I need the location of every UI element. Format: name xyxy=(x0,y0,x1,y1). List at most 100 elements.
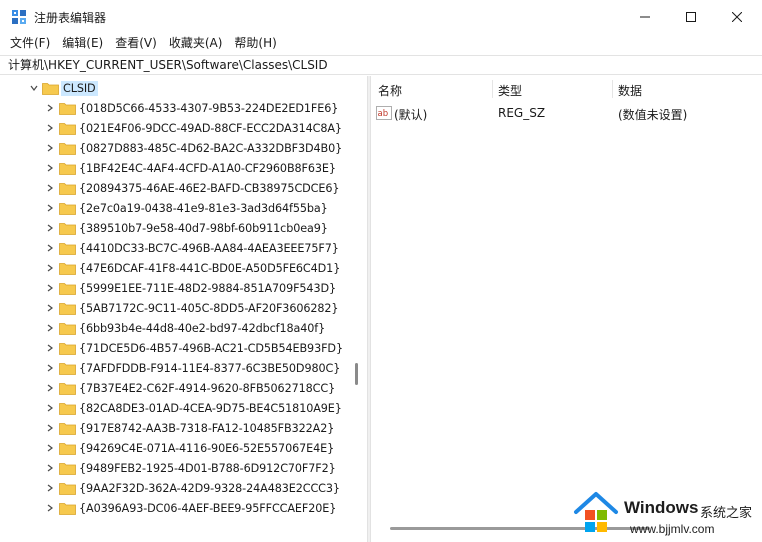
house-logo-icon xyxy=(574,492,618,532)
folder-icon xyxy=(59,362,76,375)
value-list[interactable]: 名称 类型 数据 ab (默认) REG_SZ (数值未设置) xyxy=(371,76,762,542)
tree-item-label: {389510b7-9e58-40d7-98bf-60b911cb0ea9} xyxy=(79,221,328,235)
minimize-icon xyxy=(640,16,650,18)
close-icon xyxy=(732,12,742,22)
tree-item[interactable]: {9489FEB2-1925-4D01-B788-6D912C70F7F2} xyxy=(0,458,352,478)
column-header-type[interactable]: 类型 xyxy=(498,82,522,99)
registry-editor-icon xyxy=(12,10,26,24)
chevron-right-icon[interactable] xyxy=(45,343,55,353)
tree-item[interactable]: {6bb93b4e-44d8-40e2-bd97-42dbcf18a40f} xyxy=(0,318,352,338)
string-value-icon: ab xyxy=(376,106,392,120)
menu-file[interactable]: 文件(F) xyxy=(0,34,56,54)
chevron-right-icon[interactable] xyxy=(45,223,55,233)
tree-item-label: {4410DC33-BC7C-496B-AA84-4AEA3EEE75F7} xyxy=(79,241,339,255)
menu-edit[interactable]: 编辑(E) xyxy=(56,34,109,54)
tree-item-label: {917E8742-AA3B-7318-FA12-10485FB322A2} xyxy=(79,421,335,435)
tree-item[interactable]: {018D5C66-4533-4307-9B53-224DE2ED1FE6} xyxy=(0,98,352,118)
menu-help[interactable]: 帮助(H) xyxy=(228,34,282,54)
address-bar[interactable]: 计算机\HKEY_CURRENT_USER\Software\Classes\C… xyxy=(0,55,762,75)
tree-item-label: {021E4F06-9DCC-49AD-88CF-ECC2DA314C8A} xyxy=(79,121,342,135)
folder-icon xyxy=(59,502,76,515)
chevron-right-icon[interactable] xyxy=(45,163,55,173)
menu-view[interactable]: 查看(V) xyxy=(109,34,163,54)
watermark-brand: Windows xyxy=(624,498,699,517)
chevron-right-icon[interactable] xyxy=(45,203,55,213)
chevron-right-icon[interactable] xyxy=(45,463,55,473)
chevron-right-icon[interactable] xyxy=(45,403,55,413)
column-header-name[interactable]: 名称 xyxy=(378,82,402,99)
svg-text:ab: ab xyxy=(378,109,389,119)
tree-item-label: {94269C4E-071A-4116-90E6-52E557067E4E} xyxy=(79,441,335,455)
tree-item[interactable]: {5AB7172C-9C11-405C-8DD5-AF20F3606282} xyxy=(0,298,352,318)
folder-icon xyxy=(59,282,76,295)
column-header-data[interactable]: 数据 xyxy=(618,82,642,99)
tree-item[interactable]: {A0396A93-DC06-4AEF-BEE9-95FFCCAEF20E} xyxy=(0,498,352,518)
chevron-right-icon[interactable] xyxy=(45,183,55,193)
chevron-right-icon[interactable] xyxy=(45,103,55,113)
key-tree[interactable]: CLSID {018D5C66-4533-4307-9B53-224DE2ED1… xyxy=(0,76,367,542)
tree-scrollbar-thumb[interactable] xyxy=(355,363,358,385)
title-bar[interactable]: 注册表编辑器 xyxy=(0,0,762,34)
tree-item-label: {47E6DCAF-41F8-441C-BD0E-A50D5FE6C4D1} xyxy=(79,261,341,275)
chevron-down-icon[interactable] xyxy=(29,83,39,93)
tree-item[interactable]: {71DCE5D6-4B57-496B-AC21-CD5B54EB93FD} xyxy=(0,338,352,358)
chevron-right-icon[interactable] xyxy=(45,383,55,393)
tree-item[interactable]: {94269C4E-071A-4116-90E6-52E557067E4E} xyxy=(0,438,352,458)
chevron-right-icon[interactable] xyxy=(45,483,55,493)
folder-icon xyxy=(59,222,76,235)
folder-icon xyxy=(59,182,76,195)
chevron-right-icon[interactable] xyxy=(45,283,55,293)
tree-item-label: {7B37E4E2-C62F-4914-9620-8FB5062718CC} xyxy=(79,381,336,395)
tree-item[interactable]: {82CA8DE3-01AD-4CEA-9D75-BE4C51810A9E} xyxy=(0,398,352,418)
watermark-url: www.bjjmlv.com xyxy=(630,522,715,536)
chevron-right-icon[interactable] xyxy=(45,143,55,153)
chevron-right-icon[interactable] xyxy=(45,503,55,513)
tree-item-label: {7AFDFDDB-F914-11E4-8377-6C3BE50D980C} xyxy=(79,361,341,375)
tree-item[interactable]: {4410DC33-BC7C-496B-AA84-4AEA3EEE75F7} xyxy=(0,238,352,258)
tree-item-label: CLSID xyxy=(61,80,98,96)
tree-item[interactable]: {7B37E4E2-C62F-4914-9620-8FB5062718CC} xyxy=(0,378,352,398)
tree-item[interactable]: {1BF42E4C-4AF4-4CFD-A1A0-CF2960B8F63E} xyxy=(0,158,352,178)
tree-item-label: {2e7c0a19-0438-41e9-81e3-3ad3d64f55ba} xyxy=(79,201,328,215)
folder-icon xyxy=(59,102,76,115)
chevron-right-icon[interactable] xyxy=(45,363,55,373)
chevron-right-icon[interactable] xyxy=(45,123,55,133)
tree-item[interactable]: {2e7c0a19-0438-41e9-81e3-3ad3d64f55ba} xyxy=(0,198,352,218)
value-row[interactable]: ab (默认) REG_SZ (数值未设置) xyxy=(371,104,762,124)
column-separator[interactable] xyxy=(612,80,613,98)
tree-item[interactable]: {917E8742-AA3B-7318-FA12-10485FB322A2} xyxy=(0,418,352,438)
chevron-right-icon[interactable] xyxy=(45,323,55,333)
chevron-right-icon[interactable] xyxy=(45,263,55,273)
folder-icon xyxy=(59,342,76,355)
close-button[interactable] xyxy=(714,0,760,34)
tree-item[interactable]: {5999E1EE-711E-48D2-9884-851A709F543D} xyxy=(0,278,352,298)
value-data: (数值未设置) xyxy=(618,108,688,122)
tree-item[interactable]: {0827D883-485C-4D62-BA2C-A332DBF3D4B0} xyxy=(0,138,352,158)
minimize-button[interactable] xyxy=(622,0,668,34)
tree-item-label: {6bb93b4e-44d8-40e2-bd97-42dbcf18a40f} xyxy=(79,321,326,335)
maximize-button[interactable] xyxy=(668,0,714,34)
window-title: 注册表编辑器 xyxy=(34,11,107,25)
chevron-right-icon[interactable] xyxy=(45,423,55,433)
folder-icon xyxy=(59,242,76,255)
column-separator[interactable] xyxy=(492,80,493,98)
folder-icon xyxy=(59,302,76,315)
chevron-right-icon[interactable] xyxy=(45,243,55,253)
tree-item-label: {018D5C66-4533-4307-9B53-224DE2ED1FE6} xyxy=(79,101,339,115)
folder-icon xyxy=(59,482,76,495)
tree-item[interactable]: {021E4F06-9DCC-49AD-88CF-ECC2DA314C8A} xyxy=(0,118,352,138)
tree-item[interactable]: {20894375-46AE-46E2-BAFD-CB38975CDCE6} xyxy=(0,178,352,198)
menu-favorites[interactable]: 收藏夹(A) xyxy=(163,34,229,54)
tree-item[interactable]: {7AFDFDDB-F914-11E4-8377-6C3BE50D980C} xyxy=(0,358,352,378)
watermark-site-name: 系统之家 xyxy=(700,506,753,521)
value-type: REG_SZ xyxy=(498,106,546,120)
tree-item[interactable]: {389510b7-9e58-40d7-98bf-60b911cb0ea9} xyxy=(0,218,352,238)
tree-item[interactable]: {9AA2F32D-362A-42D9-9328-24A483E2CCC3} xyxy=(0,478,352,498)
tree-item-clsid[interactable]: CLSID xyxy=(0,78,352,98)
folder-icon xyxy=(59,162,76,175)
tree-item[interactable]: {47E6DCAF-41F8-441C-BD0E-A50D5FE6C4D1} xyxy=(0,258,352,278)
folder-icon xyxy=(59,402,76,415)
tree-item-label: {82CA8DE3-01AD-4CEA-9D75-BE4C51810A9E} xyxy=(79,401,342,415)
chevron-right-icon[interactable] xyxy=(45,443,55,453)
chevron-right-icon[interactable] xyxy=(45,303,55,313)
